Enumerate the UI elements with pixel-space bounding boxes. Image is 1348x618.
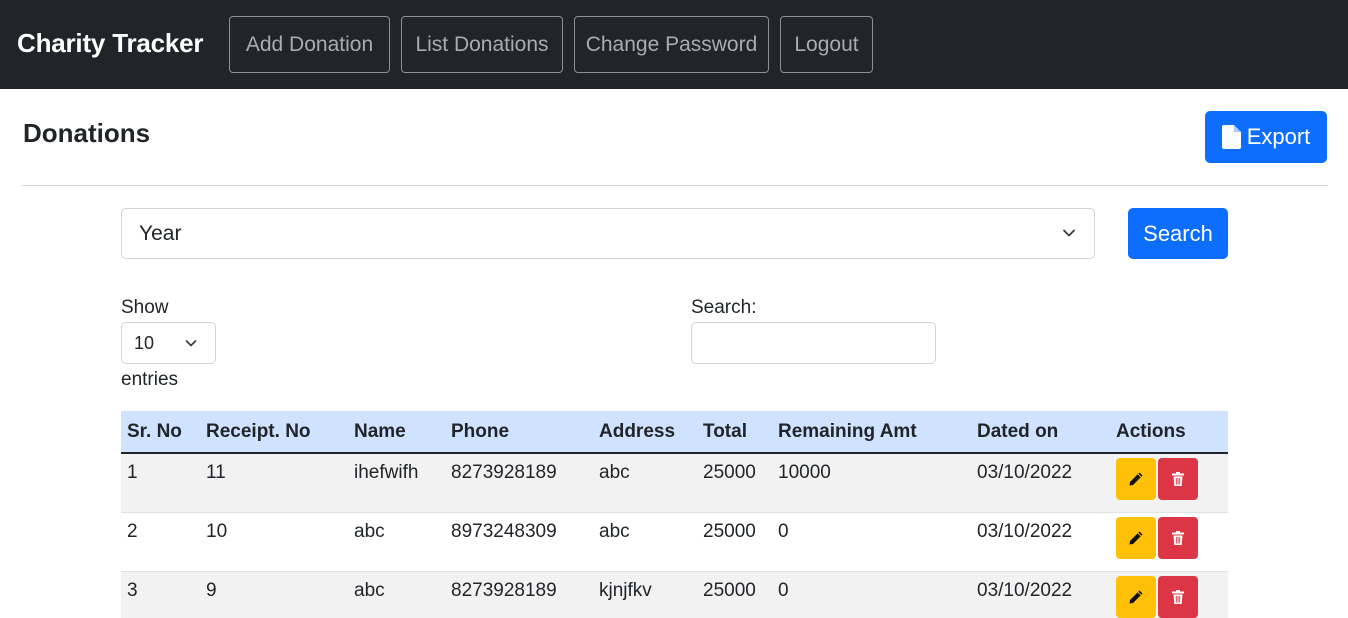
table-cell: 25000 [697, 512, 772, 572]
column-header[interactable]: Total [697, 411, 772, 454]
column-header[interactable]: Address [593, 411, 697, 454]
table-header-row: Sr. No Receipt. No Name Phone Address To… [121, 411, 1228, 454]
chevron-down-icon [1063, 229, 1075, 237]
column-header[interactable]: Remaining Amt [772, 411, 971, 454]
divider [22, 185, 1328, 186]
trash-icon [1172, 530, 1184, 545]
edit-button[interactable] [1116, 458, 1156, 500]
table-row: 3 9 abc 8273928189 kjnjfkv 25000 0 03/10… [121, 571, 1228, 618]
table-cell: 25000 [697, 453, 772, 513]
actions-cell [1110, 453, 1228, 513]
table-cell: 1 [121, 453, 200, 513]
nav-add-donation-button[interactable]: Add Donation [229, 16, 390, 73]
table-cell: 11 [200, 453, 348, 513]
nav-change-password-button[interactable]: Change Password [574, 16, 769, 73]
column-header[interactable]: Name [348, 411, 445, 454]
delete-button[interactable] [1158, 516, 1198, 559]
export-button[interactable]: Export [1205, 111, 1327, 163]
table-cell: 0 [772, 512, 971, 572]
table-cell: 8273928189 [445, 453, 593, 513]
pencil-icon [1129, 531, 1143, 544]
table-cell: 10000 [772, 453, 971, 513]
trash-icon [1172, 472, 1184, 486]
donations-table: Sr. No Receipt. No Name Phone Address To… [121, 411, 1228, 618]
navbar-brand[interactable]: Charity Tracker [17, 28, 204, 59]
table-row: 1 11 ihefwifh 8273928189 abc 25000 10000… [121, 453, 1228, 513]
page-title: Donations [23, 118, 151, 148]
column-header[interactable]: Dated on [971, 411, 1110, 454]
table-cell: 03/10/2022 [971, 512, 1110, 572]
entries-length-value: 10 [134, 333, 155, 353]
export-label: Export [1246, 124, 1311, 149]
table-cell: abc [593, 453, 697, 513]
table-cell: 0 [772, 571, 971, 618]
column-header[interactable]: Phone [445, 411, 593, 454]
edit-button[interactable] [1116, 575, 1156, 618]
table-search-label: Search: [691, 297, 757, 318]
table-cell: 2 [121, 512, 200, 572]
show-label: Show [121, 297, 169, 318]
file-icon [1221, 125, 1241, 149]
table-cell: 9 [200, 571, 348, 618]
pencil-icon [1129, 472, 1143, 486]
table-cell: 3 [121, 571, 200, 618]
column-header[interactable]: Actions [1110, 411, 1228, 454]
table-cell: 8273928189 [445, 571, 593, 618]
delete-button[interactable] [1158, 575, 1198, 618]
table-cell: kjnjfkv [593, 571, 697, 618]
actions-cell [1110, 571, 1228, 618]
navbar: Charity Tracker Add Donation List Donati… [0, 0, 1348, 89]
pencil-icon [1129, 590, 1143, 603]
chevron-down-icon [185, 340, 197, 347]
column-header[interactable]: Sr. No [121, 411, 200, 454]
table-cell: abc [348, 512, 445, 572]
delete-button[interactable] [1158, 458, 1198, 500]
table-cell: 25000 [697, 571, 772, 618]
table-row: 2 10 abc 8973248309 abc 25000 0 03/10/20… [121, 512, 1228, 572]
year-search-button[interactable]: Search [1128, 208, 1228, 259]
year-select-value: Year [139, 222, 182, 245]
table-cell: 03/10/2022 [971, 571, 1110, 618]
table-cell: abc [593, 512, 697, 572]
table-cell: ihefwifh [348, 453, 445, 513]
nav-logout-button[interactable]: Logout [780, 16, 873, 73]
trash-icon [1172, 589, 1184, 604]
table-search-input[interactable] [691, 322, 936, 364]
table-cell: abc [348, 571, 445, 618]
table-cell: 03/10/2022 [971, 453, 1110, 513]
entries-label: entries [121, 369, 179, 390]
edit-button[interactable] [1116, 516, 1156, 559]
nav-list-donations-button[interactable]: List Donations [401, 16, 563, 73]
table-cell: 10 [200, 512, 348, 572]
entries-length-select[interactable]: 10 [121, 322, 216, 364]
actions-cell [1110, 512, 1228, 572]
year-select[interactable]: Year [121, 208, 1095, 259]
table-cell: 8973248309 [445, 512, 593, 572]
column-header[interactable]: Receipt. No [200, 411, 348, 454]
